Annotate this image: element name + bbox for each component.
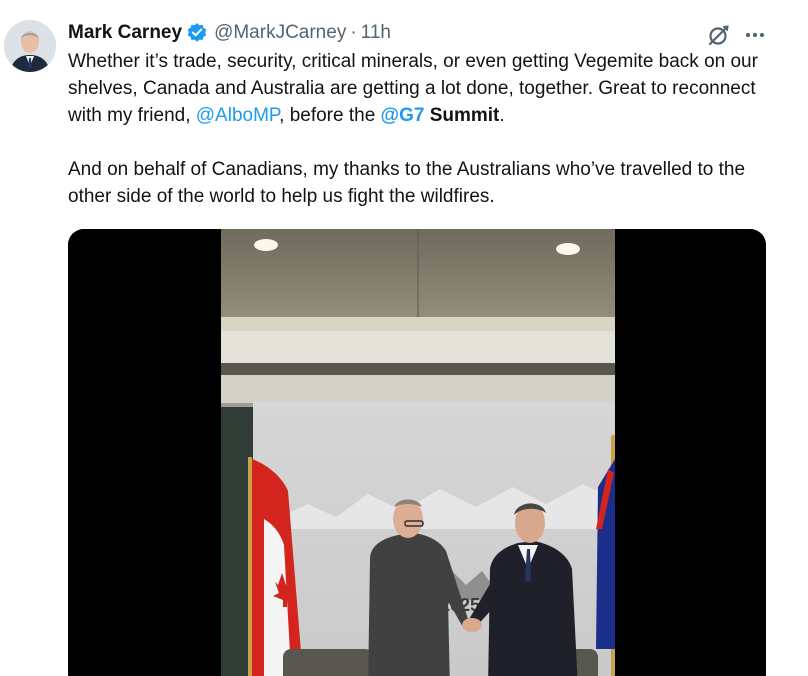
- tweet-timestamp[interactable]: 11h: [361, 20, 391, 46]
- summit-text: Summit: [429, 105, 500, 126]
- verified-badge-icon[interactable]: [186, 22, 208, 44]
- tweet-paragraph-2: And on behalf of Canadians, my thanks to…: [68, 159, 746, 207]
- tweet-paragraph-1: Whether it’s trade, security, critical m…: [68, 48, 788, 129]
- tweet-text-segment: .: [499, 105, 505, 126]
- tweet-header: Mark Carney @MarkJCarney · 11h: [68, 20, 391, 46]
- mention-albomp-link[interactable]: @AlboMP: [196, 105, 279, 126]
- tweet[interactable]: Mark Carney @MarkJCarney · 11h Whether i…: [0, 0, 808, 676]
- more-options-button[interactable]: [742, 22, 768, 48]
- author-handle[interactable]: @MarkJCarney: [214, 20, 346, 46]
- grok-icon: [708, 25, 729, 46]
- header-separator: ·: [350, 22, 357, 43]
- avatar[interactable]: [4, 20, 56, 72]
- tweet-text: Whether it’s trade, security, critical m…: [68, 48, 788, 210]
- mention-g7-link[interactable]: @G7: [381, 105, 425, 126]
- tweet-media[interactable]: 2025: [68, 229, 766, 676]
- media-photo[interactable]: 2025: [68, 229, 766, 676]
- grok-button[interactable]: [706, 22, 732, 48]
- tweet-text-segment: , before the: [279, 105, 381, 126]
- more-icon: [745, 32, 765, 38]
- author-name[interactable]: Mark Carney: [68, 20, 182, 46]
